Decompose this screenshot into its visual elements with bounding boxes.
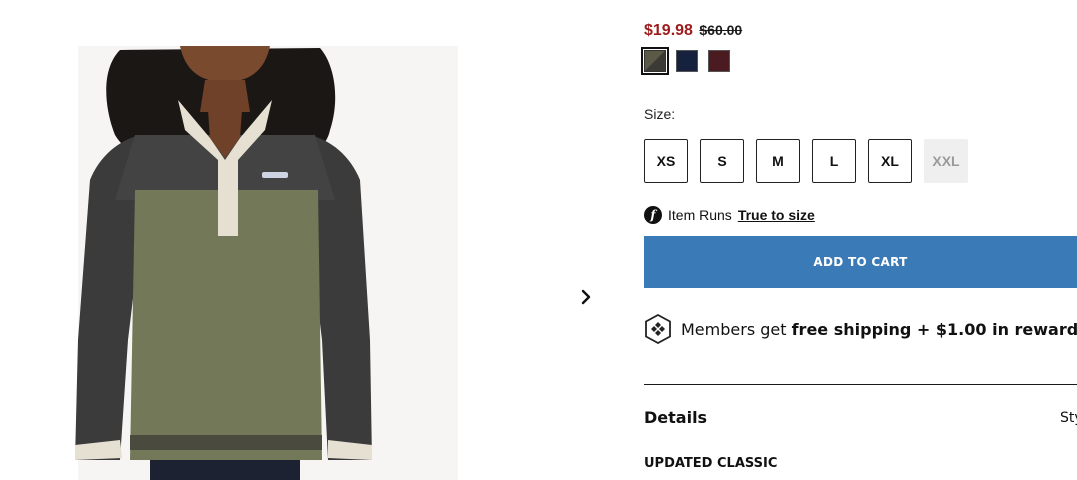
rewards-badge-icon [645,314,671,344]
original-price: $60.00 [699,22,743,38]
product-image [75,46,372,480]
members-benefit: free shipping + $1.00 in rewards [791,319,1077,339]
members-prefix: Members get [681,319,792,339]
price-row: $19.98 $60.00 [644,22,742,40]
size-option-xxl: XXL [924,139,968,183]
fit-link[interactable]: True to size [738,207,815,223]
size-selector: XS S M L XL XXL [644,139,968,183]
chevron-right-icon[interactable] [575,286,597,308]
color-swatches [641,47,730,75]
color-swatch-olive-grey[interactable] [641,47,669,75]
size-option-xs[interactable]: XS [644,139,688,183]
size-option-m[interactable]: M [756,139,800,183]
details-subheading: UPDATED CLASSIC [644,456,778,471]
details-heading[interactable]: Details [644,408,707,427]
fit-predictor-icon: f [644,206,662,224]
color-swatch-navy[interactable] [676,50,698,72]
members-promo: Members get free shipping + $1.00 in rew… [644,314,1077,344]
purchase-panel: $19.98 $60.00 Size: XS S M L XL XXL f It… [641,0,1077,480]
add-to-cart-button[interactable]: ADD TO CART [644,236,1077,288]
product-gallery [0,0,610,480]
style-label: Sty [1060,410,1077,426]
sale-price: $19.98 [644,22,693,39]
fit-row: f Item Runs True to size [644,206,815,224]
size-option-l[interactable]: L [812,139,856,183]
divider [644,384,1077,385]
color-swatch-maroon[interactable] [708,50,730,72]
fit-prefix: Item Runs [668,207,732,223]
size-option-s[interactable]: S [700,139,744,183]
size-option-xl[interactable]: XL [868,139,912,183]
size-label: Size: [644,106,676,122]
members-text: Members get free shipping + $1.00 in rew… [681,320,1077,339]
